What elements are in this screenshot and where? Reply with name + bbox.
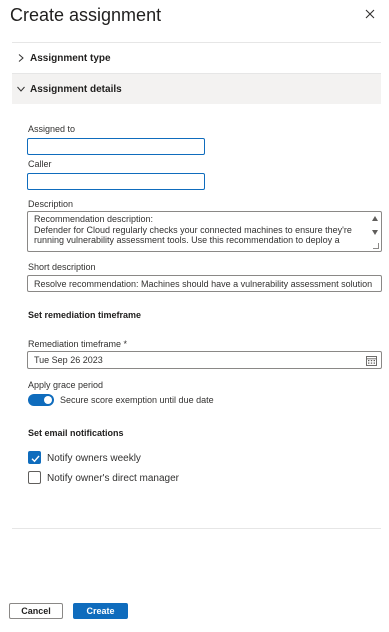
cancel-button[interactable]: Cancel [9, 603, 63, 619]
section-assignment-details-label: Assignment details [30, 83, 122, 95]
page-title: Create assignment [10, 5, 162, 25]
remediation-timeframe-label: Remediation timeframe * [28, 339, 128, 349]
email-notifications-heading: Set email notifications [28, 428, 124, 438]
notify-manager-label: Notify owner's direct manager [47, 473, 179, 484]
notify-manager-checkbox[interactable] [28, 471, 41, 484]
notify-weekly-checkbox[interactable] [28, 451, 41, 464]
caller-input[interactable] [27, 173, 205, 190]
remediation-date-value: Tue Sep 26 2023 [34, 355, 103, 365]
notify-weekly-label: Notify owners weekly [47, 453, 141, 464]
short-description-input[interactable]: Resolve recommendation: Machines should … [27, 275, 382, 292]
grace-period-toggle-label: Secure score exemption until due date [60, 395, 214, 405]
create-button[interactable]: Create [73, 603, 128, 619]
grace-period-label: Apply grace period [28, 380, 104, 390]
scroll-down-icon[interactable] [372, 230, 378, 235]
divider [12, 528, 381, 529]
remediation-date-picker[interactable]: Tue Sep 26 2023 [27, 351, 382, 369]
chevron-down-icon [16, 84, 26, 94]
section-assignment-type[interactable]: Assignment type [12, 43, 381, 73]
assigned-to-label: Assigned to [28, 124, 76, 134]
short-description-value: Resolve recommendation: Machines should … [34, 278, 373, 289]
close-icon[interactable] [362, 6, 378, 22]
description-textarea[interactable]: Recommendation description: Defender for… [27, 211, 382, 252]
assigned-to-input[interactable] [27, 138, 205, 155]
short-description-label: Short description [28, 262, 96, 272]
resize-handle-icon[interactable] [373, 243, 379, 249]
description-line: running vulnerability assessment tools. … [34, 235, 340, 245]
section-assignment-details[interactable]: Assignment details [12, 74, 381, 104]
calendar-icon[interactable] [366, 355, 377, 366]
checkmark-icon [31, 455, 40, 463]
caller-label: Caller [28, 159, 52, 169]
remediation-heading: Set remediation timeframe [28, 310, 142, 320]
grace-period-toggle[interactable] [28, 394, 54, 406]
chevron-right-icon [16, 53, 26, 63]
section-assignment-type-label: Assignment type [30, 52, 111, 64]
description-label: Description [28, 199, 74, 209]
scroll-up-icon[interactable] [372, 216, 378, 221]
description-line: Defender for Cloud regularly checks your… [34, 224, 352, 235]
description-line: Recommendation description: [34, 214, 154, 224]
